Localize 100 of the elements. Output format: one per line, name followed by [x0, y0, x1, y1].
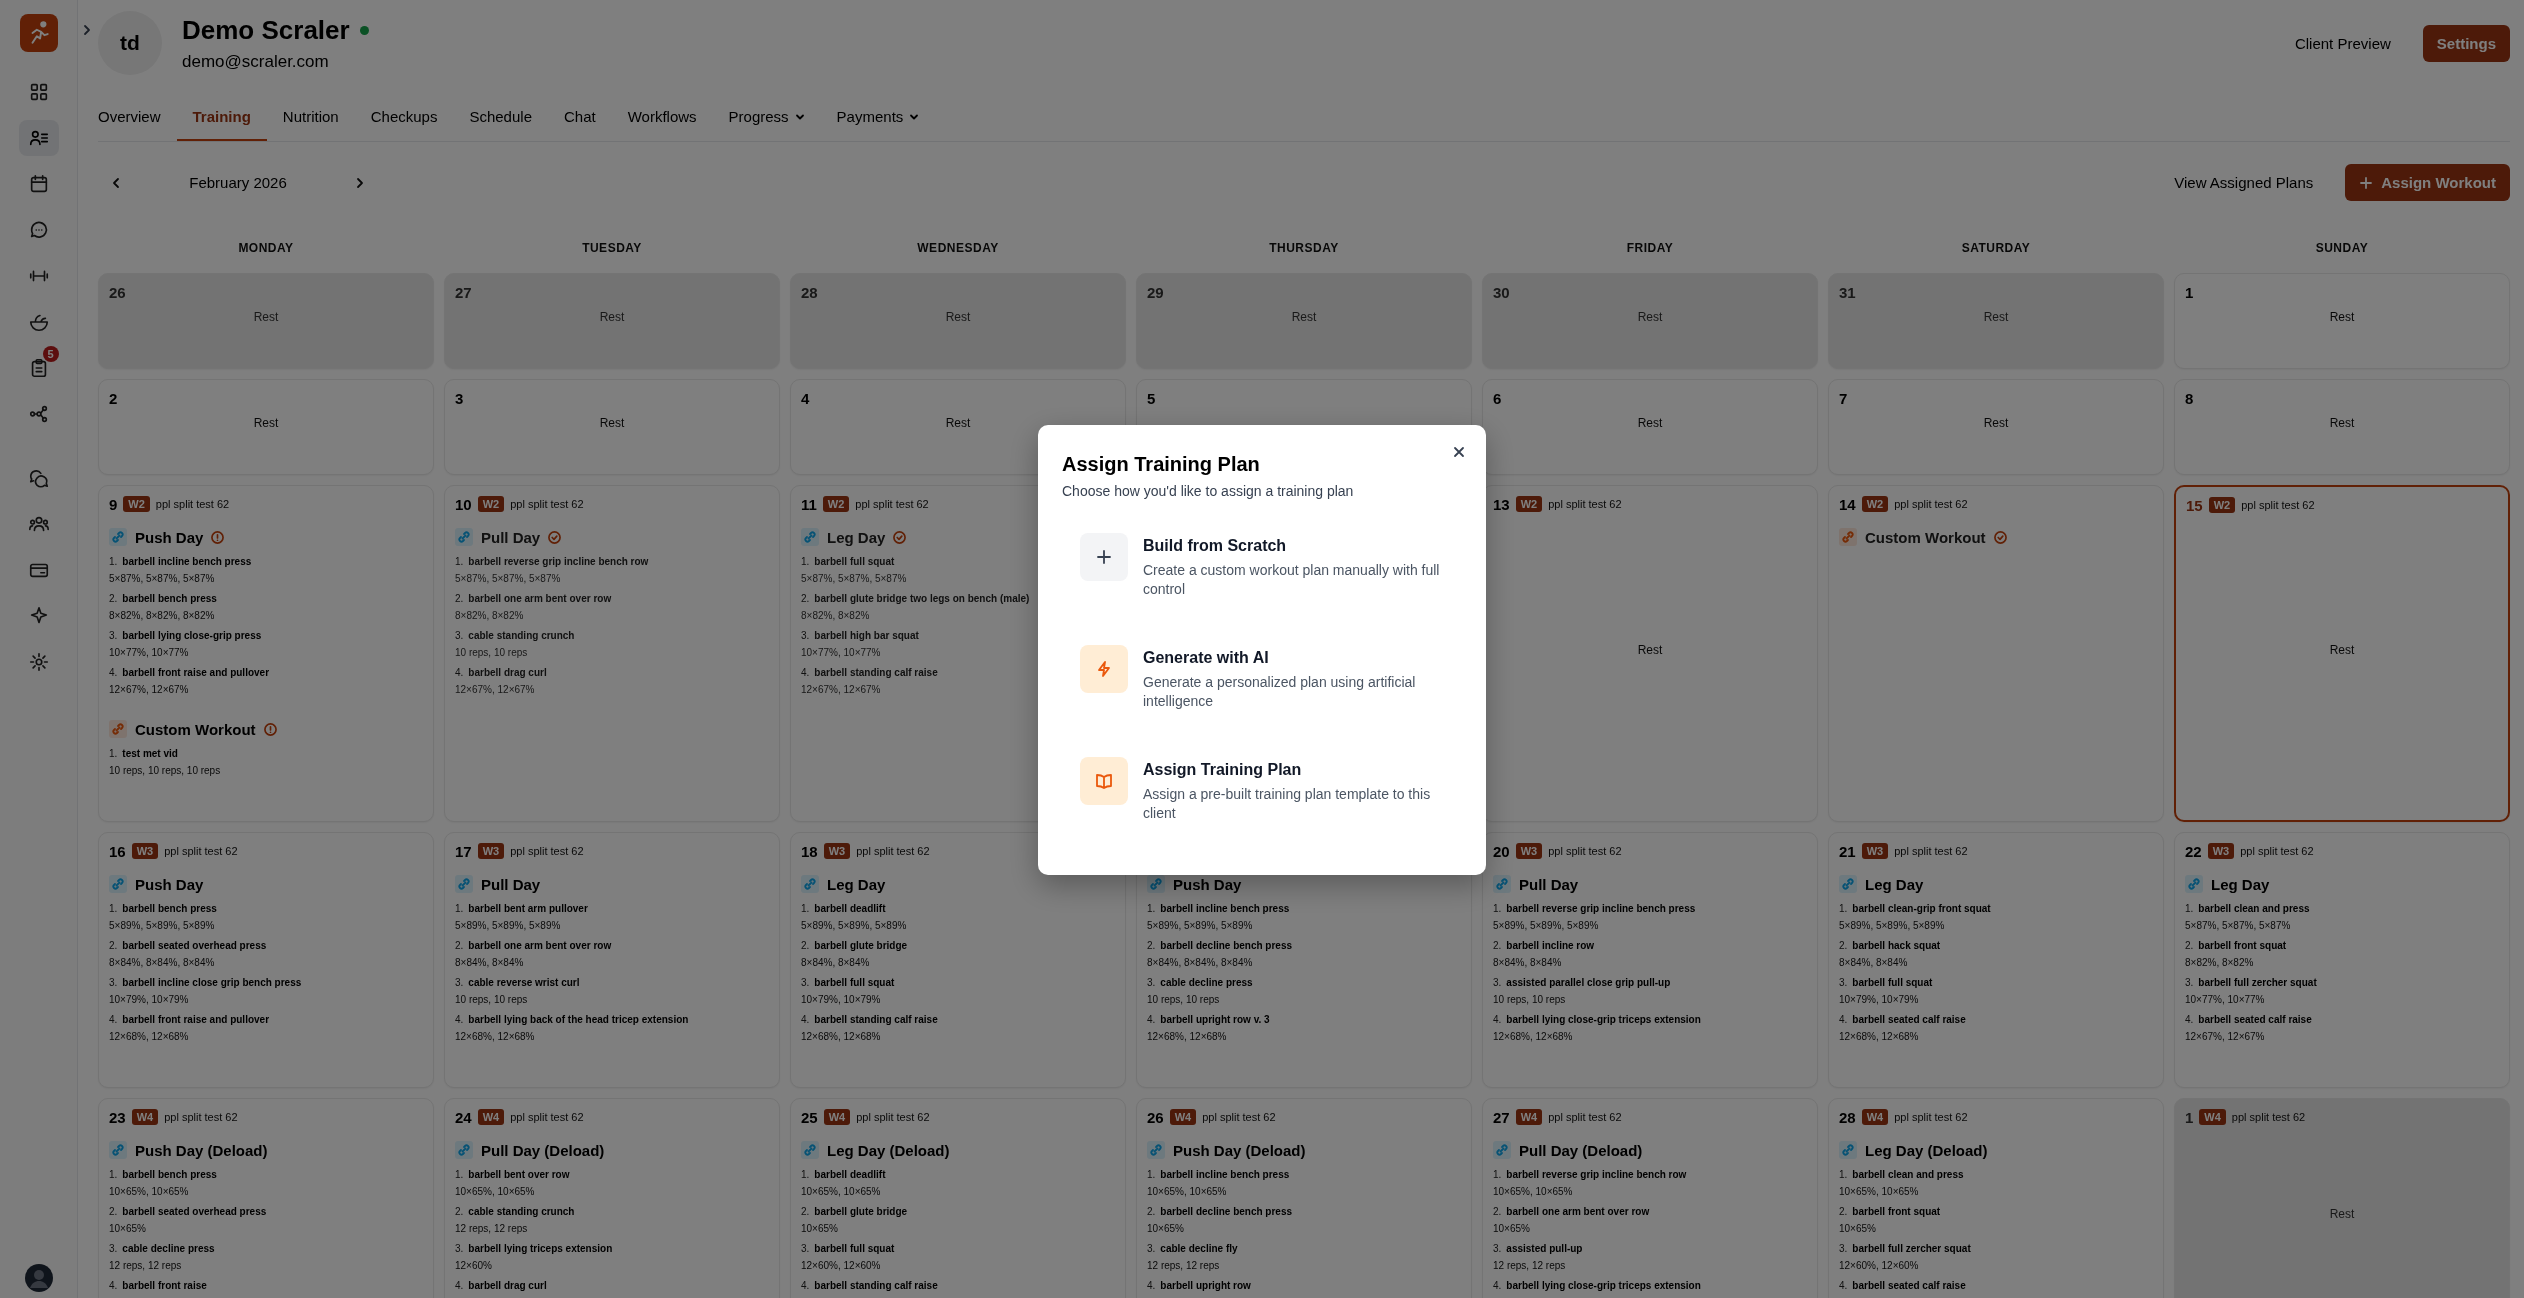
weekday-label: THURSDAY — [1268, 241, 1340, 255]
exercise-name: barbell front raise and pullover — [122, 666, 270, 680]
exercise-number: 3. — [1839, 1242, 1848, 1256]
rest-label: Rest — [1637, 310, 1663, 324]
exercise-number: 1. — [109, 555, 118, 569]
option-description: Generate a personalized plan using artificial intelligence — [1143, 673, 1417, 711]
view-plans-button[interactable]: View Assigned Plans — [2162, 166, 2326, 199]
exercise-sets: 12×60% — [455, 1259, 493, 1272]
app-logo[interactable] — [19, 14, 58, 52]
workout-title: Pull Day — [481, 875, 541, 893]
exercise-sets: 10 reps, 10 reps — [1147, 993, 1221, 1006]
rest-label: Rest — [253, 310, 279, 324]
day-number: 20 — [1493, 842, 1510, 860]
exercise-number: 1. — [1493, 1168, 1502, 1182]
link-icon — [455, 1141, 473, 1159]
exercise-name: barbell standing calf raise — [814, 1013, 938, 1027]
plan-name: ppl split test 62 — [2241, 499, 2315, 511]
exercise-number: 3. — [801, 976, 810, 990]
week-badge: W2 — [1515, 496, 1543, 512]
day-number: 25 — [801, 1108, 818, 1126]
plan-name: ppl split test 62 — [1202, 1111, 1276, 1123]
link-icon — [1839, 1141, 1857, 1159]
exercise-name: barbell one arm bent over row — [1506, 1205, 1650, 1219]
exercise-name: barbell seated calf raise — [1852, 1013, 1966, 1027]
settings-button[interactable]: Settings — [2422, 24, 2510, 62]
workout-title: Pull Day — [1519, 875, 1579, 893]
exercise-name: barbell one arm bent over row — [468, 592, 612, 606]
exercise-number: 4. — [109, 666, 118, 680]
plan-name: ppl split test 62 — [1548, 845, 1622, 857]
dialog-subtitle: Choose how you'd like to assign a training plan — [1062, 483, 1355, 499]
rest-label: Rest — [253, 416, 279, 430]
lightning-icon — [1095, 660, 1113, 678]
link-icon — [455, 528, 473, 546]
exercise-name: barbell bench press — [122, 592, 217, 606]
exercise-sets: 5×89%, 5×89%, 5×89% — [109, 919, 216, 932]
plan-name: ppl split test 62 — [1894, 845, 1968, 857]
exercise-sets: 12×68%, 12×68% — [109, 1030, 190, 1043]
day-number: 27 — [455, 283, 472, 301]
day-number: 24 — [455, 1108, 472, 1126]
week-badge: W4 — [2199, 1109, 2226, 1125]
exercise-name: barbell deadlift — [814, 902, 886, 916]
exercise-sets: 10×79%, 10×79% — [801, 993, 882, 1006]
plan-option[interactable]: Assign Training Plan Assign a pre-built training plan template to this client — [1062, 741, 1462, 839]
tab[interactable]: Nutrition — [266, 98, 355, 141]
workout-title: Custom Workout — [135, 720, 256, 738]
option-title: Generate with AI — [1143, 649, 1270, 667]
nodes-icon — [27, 403, 50, 425]
tab[interactable]: Overview — [98, 98, 177, 141]
plan-name: ppl split test 62 — [510, 845, 584, 857]
day-number: 27 — [1493, 1108, 1510, 1126]
day-number: 3 — [455, 389, 464, 407]
exercise-sets: 10×65% — [109, 1222, 147, 1235]
exercise-sets: 12 reps, 12 reps — [1147, 1259, 1221, 1272]
plan-name: ppl split test 62 — [856, 845, 930, 857]
exercise-number: 2. — [109, 1205, 118, 1219]
client-preview-button[interactable]: Client Preview — [2282, 26, 2403, 60]
tab[interactable]: Training — [176, 98, 267, 141]
day-number: 21 — [1839, 842, 1856, 860]
workout-title: Pull Day (Deload) — [481, 1141, 605, 1159]
exercise-sets: 5×89%, 5×89%, 5×89% — [1839, 919, 1946, 932]
exercise-sets: 12×67%, 12×67% — [109, 683, 190, 696]
link-icon — [801, 528, 819, 546]
rest-label: Rest — [2329, 310, 2355, 324]
plan-name: ppl split test 62 — [1894, 498, 1968, 510]
exercise-name: barbell glute bridge — [814, 939, 908, 953]
exercise-name: cable decline press — [122, 1242, 215, 1256]
weekday-label: SATURDAY — [1960, 241, 2032, 255]
assign-workout-button[interactable]: Assign Workout — [2345, 164, 2510, 201]
tab[interactable]: Workflows — [611, 98, 713, 141]
exercise-number: 2. — [1493, 939, 1502, 953]
exercise-number: 2. — [109, 592, 118, 606]
exercise-sets: 5×87%, 5×87%, 5×87% — [455, 572, 562, 585]
plan-option[interactable]: Build from Scratch Create a custom workout plan manually with full control — [1062, 517, 1462, 615]
weekday-label: SUNDAY — [2314, 241, 2370, 255]
workout-title: Leg Day (Deload) — [1865, 1141, 1988, 1159]
exercise-name: barbell front raise and pullover — [122, 1013, 270, 1027]
tab[interactable]: Progress — [712, 98, 821, 141]
plan-name: ppl split test 62 — [1548, 1111, 1622, 1123]
tab[interactable]: Checkups — [354, 98, 454, 141]
exercise-name: barbell glute bridge — [814, 1205, 908, 1219]
rest-label: Rest — [2329, 1207, 2355, 1221]
exercise-sets: 12 reps, 12 reps — [455, 1222, 529, 1235]
tab[interactable]: Chat — [548, 98, 612, 141]
settings-icon — [27, 651, 50, 673]
exercise-sets: 12×68%, 12×68% — [455, 1030, 536, 1043]
plan-option[interactable]: Generate with AI Generate a personalized plan using artificial intelligence — [1062, 629, 1462, 727]
exercise-number: 1. — [109, 747, 118, 761]
sidebar-button[interactable] — [18, 120, 59, 156]
exercise-sets: 10×65% — [1839, 1222, 1877, 1235]
workout-title: Leg Day — [827, 875, 886, 893]
exercise-number: 1. — [1839, 1168, 1848, 1182]
exercise-number: 1. — [1839, 902, 1848, 916]
exercise-number: 2. — [455, 592, 464, 606]
weekday-label: TUESDAY — [581, 241, 643, 255]
week-badge: W4 — [823, 1109, 851, 1125]
exercise-sets: 5×87%, 5×87%, 5×87% — [109, 572, 216, 585]
tab[interactable]: Schedule — [453, 98, 548, 141]
tab[interactable]: Payments — [820, 98, 936, 141]
rest-label: Rest — [1637, 642, 1663, 657]
exercise-number: 2. — [1839, 1205, 1848, 1219]
